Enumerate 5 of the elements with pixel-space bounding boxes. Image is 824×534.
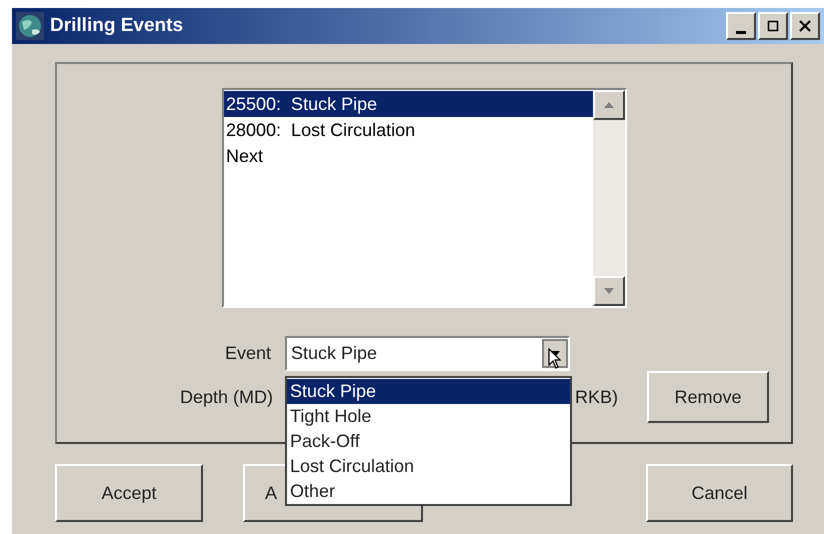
window-title: Drilling Events [50, 14, 184, 38]
depth-label: Depth (MD) [180, 386, 273, 409]
units-label: RKB) [575, 386, 618, 409]
event-value: Stuck Pipe [290, 342, 378, 365]
event-label: Event [224, 342, 271, 365]
